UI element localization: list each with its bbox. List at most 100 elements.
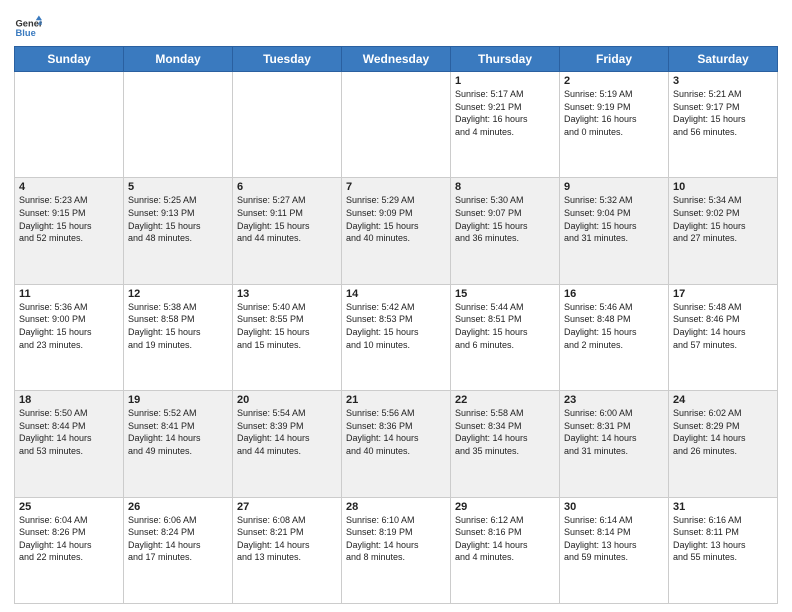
calendar-cell: 12Sunrise: 5:38 AM Sunset: 8:58 PM Dayli… — [124, 284, 233, 390]
day-number: 18 — [19, 394, 119, 406]
calendar-cell: 9Sunrise: 5:32 AM Sunset: 9:04 PM Daylig… — [560, 178, 669, 284]
calendar-header-friday: Friday — [560, 47, 669, 72]
day-info: Sunrise: 5:30 AM Sunset: 9:07 PM Dayligh… — [455, 194, 555, 244]
day-number: 7 — [346, 181, 446, 193]
day-number: 25 — [19, 501, 119, 513]
day-info: Sunrise: 5:48 AM Sunset: 8:46 PM Dayligh… — [673, 301, 773, 351]
day-number: 6 — [237, 181, 337, 193]
day-info: Sunrise: 5:52 AM Sunset: 8:41 PM Dayligh… — [128, 407, 228, 457]
calendar-cell: 24Sunrise: 6:02 AM Sunset: 8:29 PM Dayli… — [669, 391, 778, 497]
day-info: Sunrise: 5:58 AM Sunset: 8:34 PM Dayligh… — [455, 407, 555, 457]
calendar-cell: 31Sunrise: 6:16 AM Sunset: 8:11 PM Dayli… — [669, 497, 778, 603]
day-info: Sunrise: 5:23 AM Sunset: 9:15 PM Dayligh… — [19, 194, 119, 244]
day-number: 24 — [673, 394, 773, 406]
day-number: 11 — [19, 288, 119, 300]
day-number: 3 — [673, 75, 773, 87]
calendar-cell: 29Sunrise: 6:12 AM Sunset: 8:16 PM Dayli… — [451, 497, 560, 603]
calendar-header-saturday: Saturday — [669, 47, 778, 72]
day-number: 21 — [346, 394, 446, 406]
day-info: Sunrise: 5:46 AM Sunset: 8:48 PM Dayligh… — [564, 301, 664, 351]
day-number: 16 — [564, 288, 664, 300]
calendar-cell: 13Sunrise: 5:40 AM Sunset: 8:55 PM Dayli… — [233, 284, 342, 390]
svg-text:Blue: Blue — [16, 28, 36, 38]
calendar-cell: 5Sunrise: 5:25 AM Sunset: 9:13 PM Daylig… — [124, 178, 233, 284]
day-number: 31 — [673, 501, 773, 513]
day-info: Sunrise: 5:19 AM Sunset: 9:19 PM Dayligh… — [564, 88, 664, 138]
day-info: Sunrise: 5:27 AM Sunset: 9:11 PM Dayligh… — [237, 194, 337, 244]
calendar-cell — [15, 72, 124, 178]
calendar-cell: 1Sunrise: 5:17 AM Sunset: 9:21 PM Daylig… — [451, 72, 560, 178]
day-info: Sunrise: 5:36 AM Sunset: 9:00 PM Dayligh… — [19, 301, 119, 351]
day-info: Sunrise: 5:56 AM Sunset: 8:36 PM Dayligh… — [346, 407, 446, 457]
calendar-cell: 17Sunrise: 5:48 AM Sunset: 8:46 PM Dayli… — [669, 284, 778, 390]
day-number: 4 — [19, 181, 119, 193]
day-number: 2 — [564, 75, 664, 87]
day-info: Sunrise: 6:14 AM Sunset: 8:14 PM Dayligh… — [564, 514, 664, 564]
day-info: Sunrise: 6:12 AM Sunset: 8:16 PM Dayligh… — [455, 514, 555, 564]
calendar-cell: 2Sunrise: 5:19 AM Sunset: 9:19 PM Daylig… — [560, 72, 669, 178]
day-info: Sunrise: 6:04 AM Sunset: 8:26 PM Dayligh… — [19, 514, 119, 564]
calendar-cell: 14Sunrise: 5:42 AM Sunset: 8:53 PM Dayli… — [342, 284, 451, 390]
calendar-cell: 6Sunrise: 5:27 AM Sunset: 9:11 PM Daylig… — [233, 178, 342, 284]
calendar-cell: 27Sunrise: 6:08 AM Sunset: 8:21 PM Dayli… — [233, 497, 342, 603]
day-info: Sunrise: 6:00 AM Sunset: 8:31 PM Dayligh… — [564, 407, 664, 457]
day-info: Sunrise: 5:32 AM Sunset: 9:04 PM Dayligh… — [564, 194, 664, 244]
day-number: 5 — [128, 181, 228, 193]
calendar-header-sunday: Sunday — [15, 47, 124, 72]
calendar-cell: 4Sunrise: 5:23 AM Sunset: 9:15 PM Daylig… — [15, 178, 124, 284]
logo-icon: General Blue — [14, 14, 42, 42]
day-info: Sunrise: 5:50 AM Sunset: 8:44 PM Dayligh… — [19, 407, 119, 457]
header: General Blue — [14, 10, 778, 42]
calendar-cell: 25Sunrise: 6:04 AM Sunset: 8:26 PM Dayli… — [15, 497, 124, 603]
day-number: 20 — [237, 394, 337, 406]
day-info: Sunrise: 6:08 AM Sunset: 8:21 PM Dayligh… — [237, 514, 337, 564]
calendar-header-monday: Monday — [124, 47, 233, 72]
calendar-header-tuesday: Tuesday — [233, 47, 342, 72]
day-number: 12 — [128, 288, 228, 300]
logo: General Blue — [14, 14, 42, 42]
day-info: Sunrise: 5:54 AM Sunset: 8:39 PM Dayligh… — [237, 407, 337, 457]
day-number: 17 — [673, 288, 773, 300]
day-number: 9 — [564, 181, 664, 193]
calendar-table: SundayMondayTuesdayWednesdayThursdayFrid… — [14, 46, 778, 604]
day-info: Sunrise: 5:44 AM Sunset: 8:51 PM Dayligh… — [455, 301, 555, 351]
day-info: Sunrise: 6:06 AM Sunset: 8:24 PM Dayligh… — [128, 514, 228, 564]
day-number: 1 — [455, 75, 555, 87]
calendar-cell: 20Sunrise: 5:54 AM Sunset: 8:39 PM Dayli… — [233, 391, 342, 497]
calendar-cell: 16Sunrise: 5:46 AM Sunset: 8:48 PM Dayli… — [560, 284, 669, 390]
day-number: 8 — [455, 181, 555, 193]
day-number: 22 — [455, 394, 555, 406]
day-info: Sunrise: 6:10 AM Sunset: 8:19 PM Dayligh… — [346, 514, 446, 564]
calendar-cell: 8Sunrise: 5:30 AM Sunset: 9:07 PM Daylig… — [451, 178, 560, 284]
day-info: Sunrise: 6:16 AM Sunset: 8:11 PM Dayligh… — [673, 514, 773, 564]
calendar-cell — [124, 72, 233, 178]
calendar-cell — [233, 72, 342, 178]
calendar-header-thursday: Thursday — [451, 47, 560, 72]
calendar-cell: 30Sunrise: 6:14 AM Sunset: 8:14 PM Dayli… — [560, 497, 669, 603]
calendar-week-5: 25Sunrise: 6:04 AM Sunset: 8:26 PM Dayli… — [15, 497, 778, 603]
day-info: Sunrise: 6:02 AM Sunset: 8:29 PM Dayligh… — [673, 407, 773, 457]
calendar-header-wednesday: Wednesday — [342, 47, 451, 72]
calendar-cell: 22Sunrise: 5:58 AM Sunset: 8:34 PM Dayli… — [451, 391, 560, 497]
calendar-week-3: 11Sunrise: 5:36 AM Sunset: 9:00 PM Dayli… — [15, 284, 778, 390]
calendar-cell: 11Sunrise: 5:36 AM Sunset: 9:00 PM Dayli… — [15, 284, 124, 390]
day-number: 26 — [128, 501, 228, 513]
calendar-cell: 23Sunrise: 6:00 AM Sunset: 8:31 PM Dayli… — [560, 391, 669, 497]
calendar-cell: 10Sunrise: 5:34 AM Sunset: 9:02 PM Dayli… — [669, 178, 778, 284]
day-info: Sunrise: 5:38 AM Sunset: 8:58 PM Dayligh… — [128, 301, 228, 351]
day-number: 10 — [673, 181, 773, 193]
calendar-cell: 21Sunrise: 5:56 AM Sunset: 8:36 PM Dayli… — [342, 391, 451, 497]
day-number: 30 — [564, 501, 664, 513]
calendar-week-2: 4Sunrise: 5:23 AM Sunset: 9:15 PM Daylig… — [15, 178, 778, 284]
day-number: 27 — [237, 501, 337, 513]
day-info: Sunrise: 5:21 AM Sunset: 9:17 PM Dayligh… — [673, 88, 773, 138]
calendar-cell — [342, 72, 451, 178]
calendar-week-4: 18Sunrise: 5:50 AM Sunset: 8:44 PM Dayli… — [15, 391, 778, 497]
calendar-cell: 19Sunrise: 5:52 AM Sunset: 8:41 PM Dayli… — [124, 391, 233, 497]
day-number: 19 — [128, 394, 228, 406]
day-number: 13 — [237, 288, 337, 300]
calendar-cell: 18Sunrise: 5:50 AM Sunset: 8:44 PM Dayli… — [15, 391, 124, 497]
day-number: 14 — [346, 288, 446, 300]
day-info: Sunrise: 5:42 AM Sunset: 8:53 PM Dayligh… — [346, 301, 446, 351]
day-number: 29 — [455, 501, 555, 513]
